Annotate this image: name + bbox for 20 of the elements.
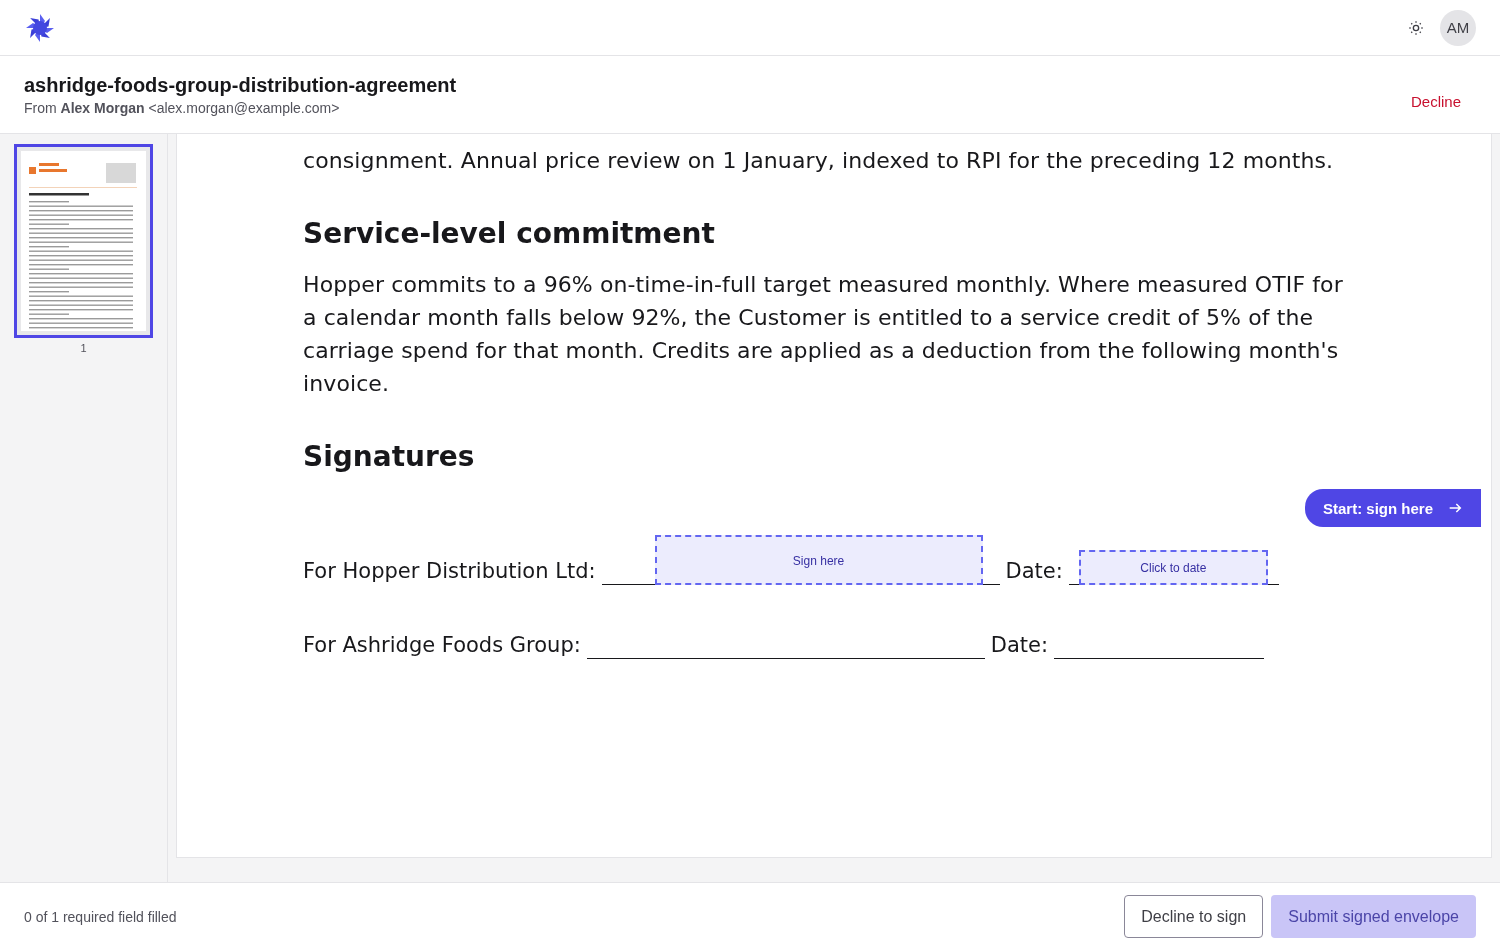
required-fields-status: 0 of 1 required field filled <box>24 908 177 925</box>
date-field[interactable]: Click to date <box>1078 550 1268 585</box>
date-label: Date: <box>990 633 1049 659</box>
date-label: Date: <box>1005 559 1063 585</box>
document-paragraph: Hopper commits to a 96% on-time-in-full target measured monthly. Where measured OTIF for a calendar month falls below 92%, the Customer is entitled to a service credit of 5% of the carriage spend for that month. Credits are applied as a deduction from the following month's invoice. <box>303 271 1344 398</box>
page-thumbnail[interactable] <box>14 144 153 338</box>
start-signing-button[interactable]: Start: sign here <box>1304 489 1481 527</box>
section-heading: Signatures <box>303 440 476 473</box>
signature-field[interactable]: Sign here <box>654 535 983 585</box>
party-label: For Hopper Distribution Ltd: <box>303 559 596 585</box>
party-label: For Ashridge Foods Group: <box>303 633 581 659</box>
envelope-title: ashridge-foods-group-distribution-agreement <box>24 73 457 97</box>
document-paragraph: consignment. Annual price review on 1 January, indexed to RPI for the preceding 12 months. <box>303 147 1335 175</box>
section-heading: Service-level commitment <box>303 217 716 250</box>
user-avatar[interactable]: AM <box>1440 9 1476 46</box>
decline-to-sign-button[interactable]: Decline to sign <box>1124 895 1264 938</box>
sun-icon[interactable] <box>1408 19 1424 36</box>
sender-line: From Alex Morgan <alex.morgan@example.com> <box>24 99 341 116</box>
page-number: 1 <box>80 342 87 354</box>
decline-button[interactable]: Decline <box>1410 89 1461 114</box>
